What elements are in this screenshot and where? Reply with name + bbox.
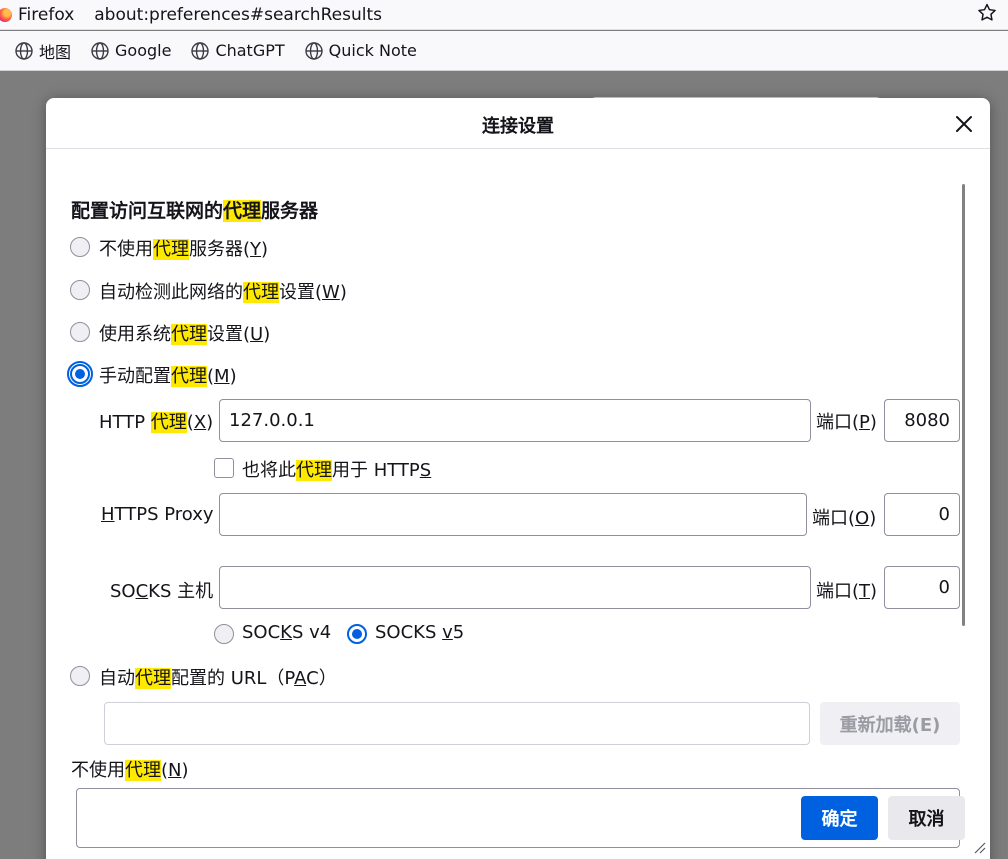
http-port-input[interactable]: 8080: [884, 399, 960, 442]
also-https-label[interactable]: 也将此代理用于 HTTPS: [242, 456, 431, 482]
bookmark-label: Quick Note: [328, 41, 417, 60]
https-port-label: 端口(O): [812, 508, 877, 529]
socks-v4-radio[interactable]: [214, 624, 234, 644]
system-proxy-label[interactable]: 使用系统代理设置(U): [99, 320, 270, 346]
bookmark-chatgpt[interactable]: ChatGPT: [188, 36, 286, 66]
pac-label[interactable]: 自动代理配置的 URL（PAC）: [99, 664, 337, 690]
pac-radio[interactable]: [70, 666, 90, 686]
bookmark-label: ChatGPT: [215, 41, 285, 60]
section-title: 配置访问互联网的代理服务器: [71, 200, 319, 222]
globe-icon: [91, 41, 109, 60]
socks-v5-radio[interactable]: [347, 624, 367, 644]
reload-button[interactable]: 重新加载(E): [820, 702, 960, 745]
bookmark-ditu[interactable]: 地图: [12, 36, 73, 66]
http-proxy-label: HTTP 代理(X): [99, 412, 214, 433]
socks-v4-label[interactable]: SOCKS v4: [242, 622, 331, 643]
globe-icon: [15, 41, 33, 60]
no-proxy-label[interactable]: 不使用代理服务器(Y): [99, 235, 268, 261]
manual-proxy-label[interactable]: 手动配置代理(M): [99, 362, 237, 388]
socks-port-label: 端口(T): [816, 581, 878, 602]
bookmark-google[interactable]: Google: [88, 36, 173, 66]
star-icon[interactable]: [976, 2, 998, 24]
bookmark-label: 地图: [39, 42, 72, 62]
cancel-button[interactable]: 取消: [888, 796, 965, 840]
http-proxy-input[interactable]: 127.0.0.1: [219, 399, 811, 442]
ok-button[interactable]: 确定: [801, 796, 878, 840]
manual-proxy-radio[interactable]: [67, 361, 93, 387]
system-proxy-radio[interactable]: [70, 322, 90, 342]
resize-grip-icon[interactable]: [970, 838, 986, 854]
bookmark-label: Google: [115, 41, 172, 60]
bookmark-quick-note[interactable]: Quick Note: [302, 36, 419, 66]
dialog-header: 连接设置: [46, 98, 990, 149]
auto-detect-label[interactable]: 自动检测此网络的代理设置(W): [99, 278, 347, 304]
socks-host-label: SOCKS 主机: [110, 581, 214, 602]
https-proxy-input[interactable]: [219, 493, 807, 536]
http-port-label: 端口(P): [816, 412, 877, 433]
close-button[interactable]: [951, 111, 977, 137]
url-text[interactable]: about:preferences#searchResults: [94, 5, 382, 25]
globe-icon: [191, 41, 210, 60]
socks-v5-label[interactable]: SOCKS v5: [375, 622, 464, 643]
connection-settings-dialog: 连接设置 配置访问互联网的代理服务器 不使用代理服务器(Y) 自动检测此网络的代…: [46, 98, 990, 859]
https-port-input[interactable]: 0: [884, 493, 960, 536]
bookmarks-toolbar: 地图 Google ChatGPT Quick Note: [0, 31, 1008, 71]
browser-name: Firefox: [18, 4, 75, 25]
address-bar[interactable]: Firefox about:preferences#searchResults: [0, 0, 1008, 30]
no-proxy-radio[interactable]: [70, 237, 90, 257]
dialog-title: 连接设置: [482, 116, 554, 137]
auto-detect-radio[interactable]: [70, 280, 90, 300]
close-icon: [956, 116, 972, 132]
also-https-checkbox[interactable]: [214, 458, 234, 478]
socks-host-input[interactable]: [219, 566, 811, 609]
globe-icon: [304, 41, 323, 60]
socks-port-input[interactable]: 0: [884, 566, 960, 609]
no-proxy-for-label: 不使用代理(N): [71, 760, 189, 781]
scrollbar[interactable]: [962, 184, 965, 626]
https-proxy-label: HTTPS Proxy: [101, 504, 214, 525]
firefox-logo-icon: [0, 7, 12, 22]
pac-url-input[interactable]: [104, 702, 810, 745]
